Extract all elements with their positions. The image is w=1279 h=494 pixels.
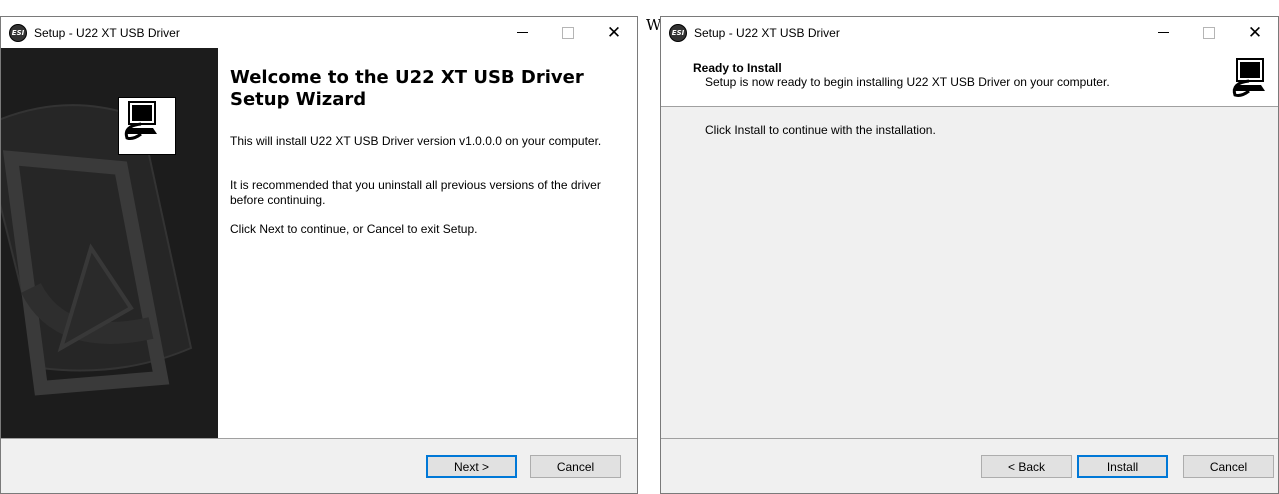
wizard-footer: Next > Cancel xyxy=(1,438,637,493)
uninstall-recommendation-text: It is recommended that you uninstall all… xyxy=(230,178,601,207)
window-controls: ✕ xyxy=(1140,17,1278,48)
page-title: Ready to Install xyxy=(693,61,782,75)
page-subtitle: Setup is now ready to begin installing U… xyxy=(705,75,1110,89)
close-button[interactable]: ✕ xyxy=(1232,17,1278,48)
titlebar[interactable]: ESI Setup - U22 XT USB Driver ✕ xyxy=(661,17,1278,48)
close-button[interactable]: ✕ xyxy=(591,17,637,48)
wizard-content: Click Install to continue with the insta… xyxy=(661,107,1278,438)
minimize-button[interactable] xyxy=(1140,17,1186,48)
usb-computer-logo-icon xyxy=(118,97,176,155)
back-button[interactable]: < Back xyxy=(981,455,1072,478)
usb-computer-logo-icon xyxy=(1220,48,1278,106)
minimize-button[interactable] xyxy=(499,17,545,48)
titlebar[interactable]: ESI Setup - U22 XT USB Driver ✕ xyxy=(1,17,637,48)
wizard-header: Ready to Install Setup is now ready to b… xyxy=(661,48,1278,107)
continue-instructions-text: Click Next to continue, or Cancel to exi… xyxy=(230,222,478,236)
esi-app-icon: ESI xyxy=(669,23,687,42)
window-title: Setup - U22 XT USB Driver xyxy=(694,25,840,40)
install-button[interactable]: Install xyxy=(1077,455,1168,478)
setup-window-welcome: ESI Setup - U22 XT USB Driver ✕ Welcome … xyxy=(0,16,638,494)
window-controls: ✕ xyxy=(499,17,637,48)
decorative-swoosh-graphic xyxy=(1,48,218,438)
maximize-button[interactable] xyxy=(545,17,591,48)
wizard-footer: < Back Install Cancel xyxy=(661,438,1278,493)
install-info-text: This will install U22 XT USB Driver vers… xyxy=(230,134,602,148)
install-instructions-text: Click Install to continue with the insta… xyxy=(705,123,936,137)
next-button[interactable]: Next > xyxy=(426,455,517,478)
setup-window-ready: ESI Setup - U22 XT USB Driver ✕ Ready to… xyxy=(660,16,1279,494)
esi-app-icon: ESI xyxy=(9,23,27,42)
cancel-button[interactable]: Cancel xyxy=(530,455,621,478)
cancel-button[interactable]: Cancel xyxy=(1183,455,1274,478)
maximize-button[interactable] xyxy=(1186,17,1232,48)
wizard-side-image xyxy=(1,48,218,438)
welcome-heading: Welcome to the U22 XT USB Driver Setup W… xyxy=(230,67,584,110)
window-title: Setup - U22 XT USB Driver xyxy=(34,25,180,40)
welcome-content: Welcome to the U22 XT USB Driver Setup W… xyxy=(218,48,637,438)
